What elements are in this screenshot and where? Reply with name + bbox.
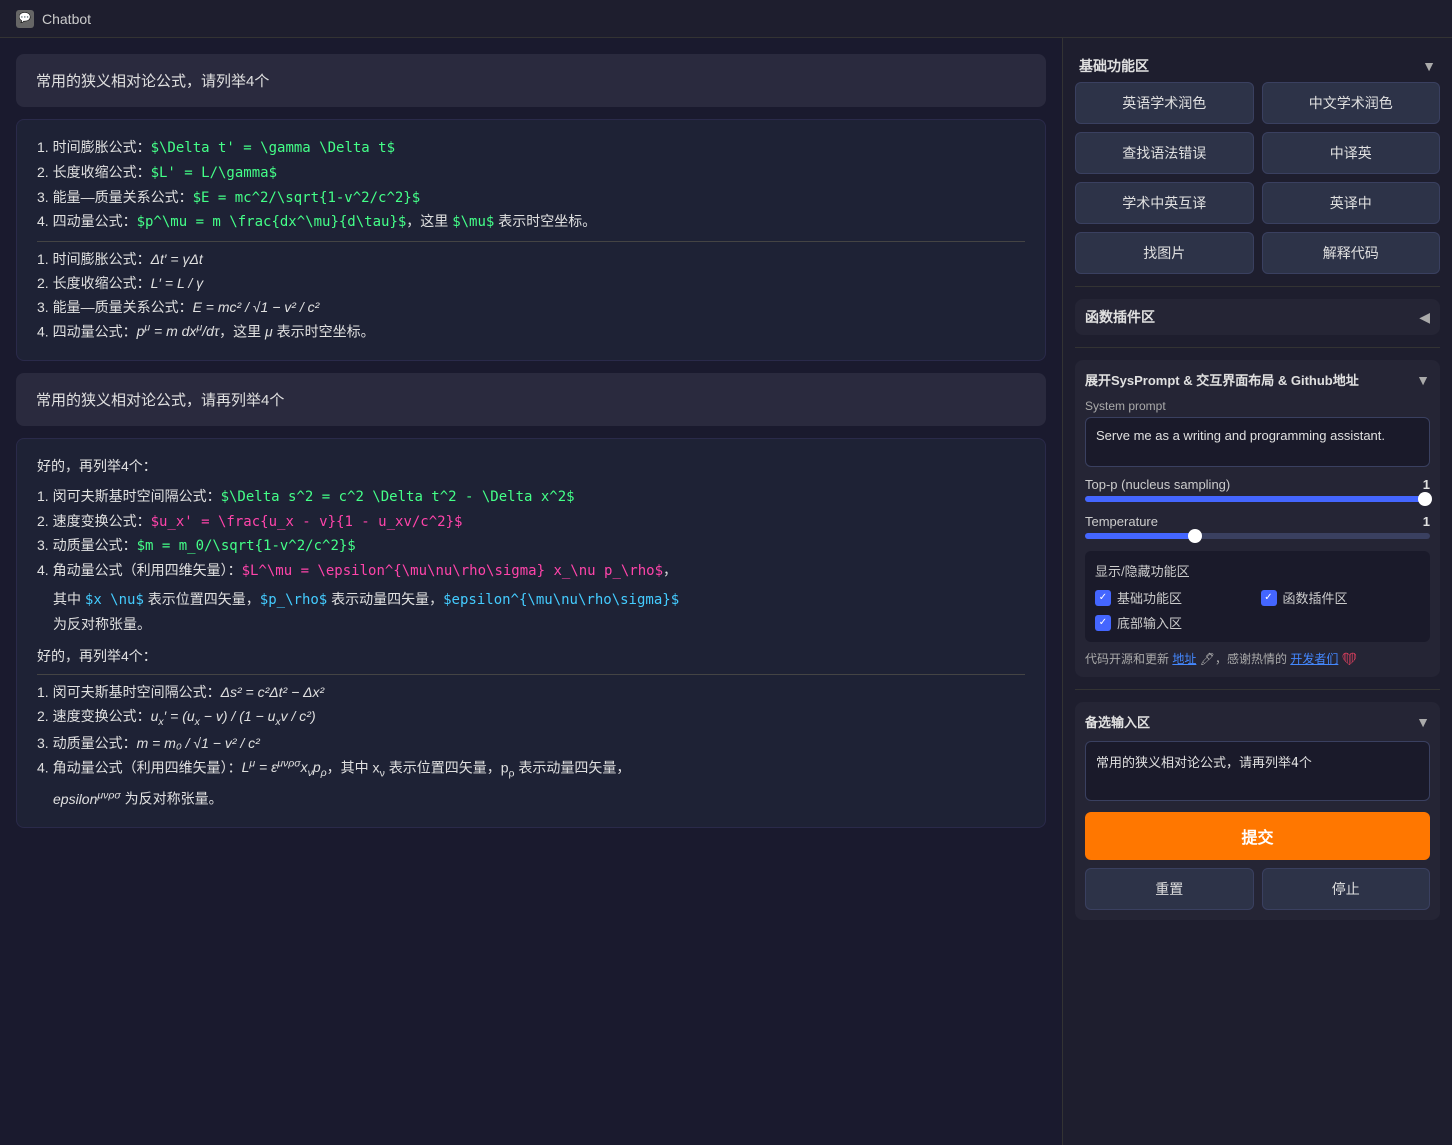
right-sidebar: 基础功能区 ▼ 英语学术润色 中文学术润色 查找语法错误 中译英 学术中英互译 … [1062, 38, 1452, 1145]
assistant-message-1: 1. 时间膨胀公式：$\Delta t' = \gamma \Delta t$ … [16, 119, 1046, 361]
top-p-label: Top-p (nucleus sampling) [1085, 477, 1230, 492]
expand-section-title: 展开SysPrompt & 交互界面布局 & Github地址 [1085, 370, 1359, 389]
chat-panel: 常用的狭义相对论公式，请列举4个 1. 时间膨胀公式：$\Delta t' = … [0, 38, 1062, 1145]
btn-cn-to-en[interactable]: 中译英 [1262, 132, 1441, 174]
top-p-fill [1085, 496, 1430, 502]
user-message-1-text: 常用的狭义相对论公式，请列举4个 [36, 73, 269, 90]
top-p-slider[interactable] [1085, 496, 1430, 502]
btn-english-polish[interactable]: 英语学术润色 [1075, 82, 1254, 124]
formula-list-raw: 1. 时间膨胀公式：$\Delta t' = \gamma \Delta t$ … [37, 136, 1025, 235]
top-p-value: 1 [1423, 477, 1430, 492]
basic-section-header: 基础功能区 ▼ [1075, 50, 1440, 82]
system-prompt-text: Serve me as a writing and programming as… [1096, 428, 1385, 443]
user-message-1: 常用的狭义相对论公式，请列举4个 [16, 54, 1046, 107]
basic-section-title: 基础功能区 [1079, 56, 1149, 76]
cb-functions-box[interactable]: ✓ [1261, 590, 1277, 606]
separator-2 [37, 674, 1025, 675]
cb-bottom-box[interactable]: ✓ [1095, 615, 1111, 631]
bottom-btns: 重置 停止 [1085, 868, 1430, 910]
functions-title: 函数插件区 [1085, 307, 1155, 327]
user-message-2: 常用的狭义相对论公式，请再列举4个 [16, 373, 1046, 426]
alt-input-header: 备选输入区 ▼ [1085, 712, 1430, 731]
temperature-fill [1085, 533, 1195, 539]
functions-arrow[interactable]: ◀ [1419, 309, 1430, 326]
user-message-2-text: 常用的狭义相对论公式，请再列举4个 [36, 392, 284, 409]
expand-section: 展开SysPrompt & 交互界面布局 & Github地址 ▼ System… [1075, 360, 1440, 677]
reset-button[interactable]: 重置 [1085, 868, 1254, 910]
btn-grammar-check[interactable]: 查找语法错误 [1075, 132, 1254, 174]
footer-note: 代码开源和更新 地址 🖊，感谢热情的 开发者们 ❤ [1085, 650, 1430, 667]
top-p-row: Top-p (nucleus sampling) 1 [1085, 477, 1430, 492]
alt-input-textarea[interactable]: 常用的狭义相对论公式，请再列举4个 [1085, 741, 1430, 801]
basic-section-arrow[interactable]: ▼ [1422, 58, 1436, 74]
chatbot-icon: 💬 [16, 10, 34, 28]
btn-en-to-cn[interactable]: 英译中 [1262, 182, 1441, 224]
temperature-thumb [1188, 529, 1202, 543]
top-p-thumb [1418, 492, 1432, 506]
btn-chinese-polish[interactable]: 中文学术润色 [1262, 82, 1441, 124]
btn-explain-code[interactable]: 解释代码 [1262, 232, 1441, 274]
cb-basic-box[interactable]: ✓ [1095, 590, 1111, 606]
expand-arrow[interactable]: ▼ [1416, 372, 1430, 388]
divider-1 [1075, 286, 1440, 287]
cb-functions: ✓ 函数插件区 [1261, 588, 1421, 607]
alt-input-title: 备选输入区 [1085, 712, 1150, 731]
assistant-message-2: 好的，再列举4个： 1. 闵可夫斯基时空间隔公式：$\Delta s^2 = c… [16, 438, 1046, 828]
temperature-value: 1 [1423, 514, 1430, 529]
cb-functions-label: 函数插件区 [1283, 588, 1348, 607]
heart-icon: ❤ [1342, 652, 1357, 666]
cb-basic: ✓ 基础功能区 [1095, 588, 1255, 607]
functions-section: 函数插件区 ◀ [1075, 299, 1440, 335]
formula-list2-rendered: 1. 闵可夫斯基时空间隔公式：Δs² = c²Δt² − Δx² 2. 速度变换… [37, 681, 1025, 811]
temperature-row: Temperature 1 [1085, 514, 1430, 529]
system-prompt-box[interactable]: Serve me as a writing and programming as… [1085, 417, 1430, 467]
temperature-label: Temperature [1085, 514, 1158, 529]
formula-list-rendered: 1. 时间膨胀公式：Δt′ = γΔt 2. 长度收缩公式：L′ = L / γ… [37, 248, 1025, 344]
cb-basic-label: 基础功能区 [1117, 588, 1182, 607]
btn-academic-translate[interactable]: 学术中英互译 [1075, 182, 1254, 224]
cb-bottom: ✓ 底部输入区 [1095, 613, 1255, 632]
alt-input-section: 备选输入区 ▼ 常用的狭义相对论公式，请再列举4个 提交 重置 停止 [1075, 702, 1440, 920]
formula-list2-raw: 1. 闵可夫斯基时空间隔公式：$\Delta s^2 = c^2 \Delta … [37, 485, 1025, 637]
footer-prefix: 代码开源和更新 [1085, 652, 1169, 666]
basic-btn-grid: 英语学术润色 中文学术润色 查找语法错误 中译英 学术中英互译 英译中 找图片 … [1075, 82, 1440, 274]
submit-button[interactable]: 提交 [1085, 812, 1430, 860]
cb-bottom-label: 底部输入区 [1117, 613, 1182, 632]
alt-input-arrow[interactable]: ▼ [1416, 714, 1430, 730]
footer-suffix: 🖊，感谢热情的 [1200, 652, 1287, 666]
checkbox-grid: ✓ 基础功能区 ✓ 函数插件区 ✓ 底部输入区 [1095, 588, 1420, 632]
system-prompt-label: System prompt [1085, 399, 1430, 413]
app-title: Chatbot [42, 11, 91, 27]
divider-3 [1075, 689, 1440, 690]
top-bar: 💬 Chatbot [0, 0, 1452, 38]
footer-contributors[interactable]: 开发者们 [1290, 652, 1338, 666]
btn-find-image[interactable]: 找图片 [1075, 232, 1254, 274]
visibility-section: 显示/隐藏功能区 ✓ 基础功能区 ✓ 函数插件区 ✓ 底部输入区 [1085, 551, 1430, 642]
stop-button[interactable]: 停止 [1262, 868, 1431, 910]
separator-1 [37, 241, 1025, 242]
visibility-title: 显示/隐藏功能区 [1095, 561, 1420, 580]
basic-functions-section: 基础功能区 ▼ 英语学术润色 中文学术润色 查找语法错误 中译英 学术中英互译 … [1075, 50, 1440, 274]
expand-section-header: 展开SysPrompt & 交互界面布局 & Github地址 ▼ [1085, 370, 1430, 389]
divider-2 [1075, 347, 1440, 348]
temperature-slider[interactable] [1085, 533, 1430, 539]
main-layout: 常用的狭义相对论公式，请列举4个 1. 时间膨胀公式：$\Delta t' = … [0, 38, 1452, 1145]
footer-link[interactable]: 地址 [1172, 652, 1196, 666]
